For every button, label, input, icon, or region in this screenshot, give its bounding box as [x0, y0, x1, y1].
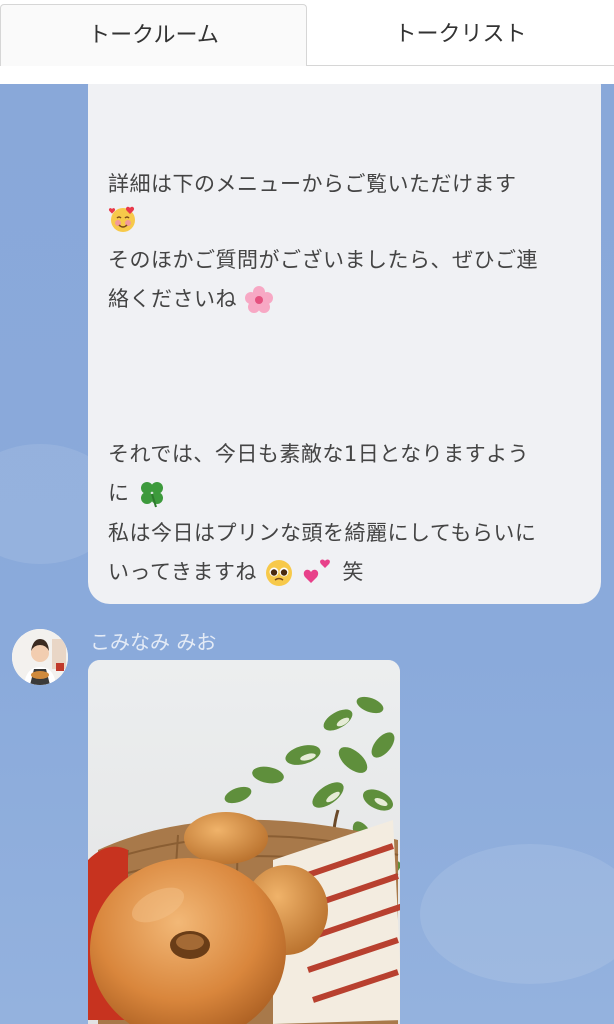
message-emoji-line: [108, 204, 138, 234]
pleading-face-icon: [266, 560, 293, 586]
message-line: そのほかご質問がございましたら、ぜひご連: [108, 248, 538, 272]
message-line-with-emoji: に: [108, 477, 167, 509]
four-leaf-clover-icon: [140, 482, 163, 508]
message-line: 詳細は下のメニューからご覧いただけます: [108, 172, 517, 196]
sender-name: こみなみ みお: [90, 630, 217, 654]
message-line-with-emoji: いってきますね 笑: [108, 556, 364, 588]
background-cloud: [420, 844, 614, 984]
cherry-blossom-icon: [245, 286, 274, 313]
message-text: 絡くださいね: [108, 287, 237, 311]
message-line-with-emoji: 絡くださいね: [108, 283, 274, 315]
message-text: に: [108, 481, 130, 505]
bagel-basket-image: [88, 660, 400, 1024]
tab-bar: トークルーム トークリスト: [0, 0, 614, 84]
message-line: 私は今日はプリンな頭を綺麗にしてもらいに: [108, 521, 537, 545]
tab-talk-room[interactable]: トークルーム: [0, 4, 307, 66]
smiling-face-with-hearts-icon: [108, 206, 135, 232]
two-hearts-icon: [303, 559, 331, 583]
tab-talk-list[interactable]: トークリスト: [307, 4, 614, 66]
message-text-suffix: 笑: [342, 560, 364, 584]
message-text: いってきますね: [108, 560, 257, 584]
message-line: それでは、今日も素敵な1日となりますよう: [108, 442, 530, 466]
sender-avatar[interactable]: [12, 629, 68, 685]
avatar-photo: [12, 629, 68, 685]
bagel-photo[interactable]: [88, 660, 400, 1024]
